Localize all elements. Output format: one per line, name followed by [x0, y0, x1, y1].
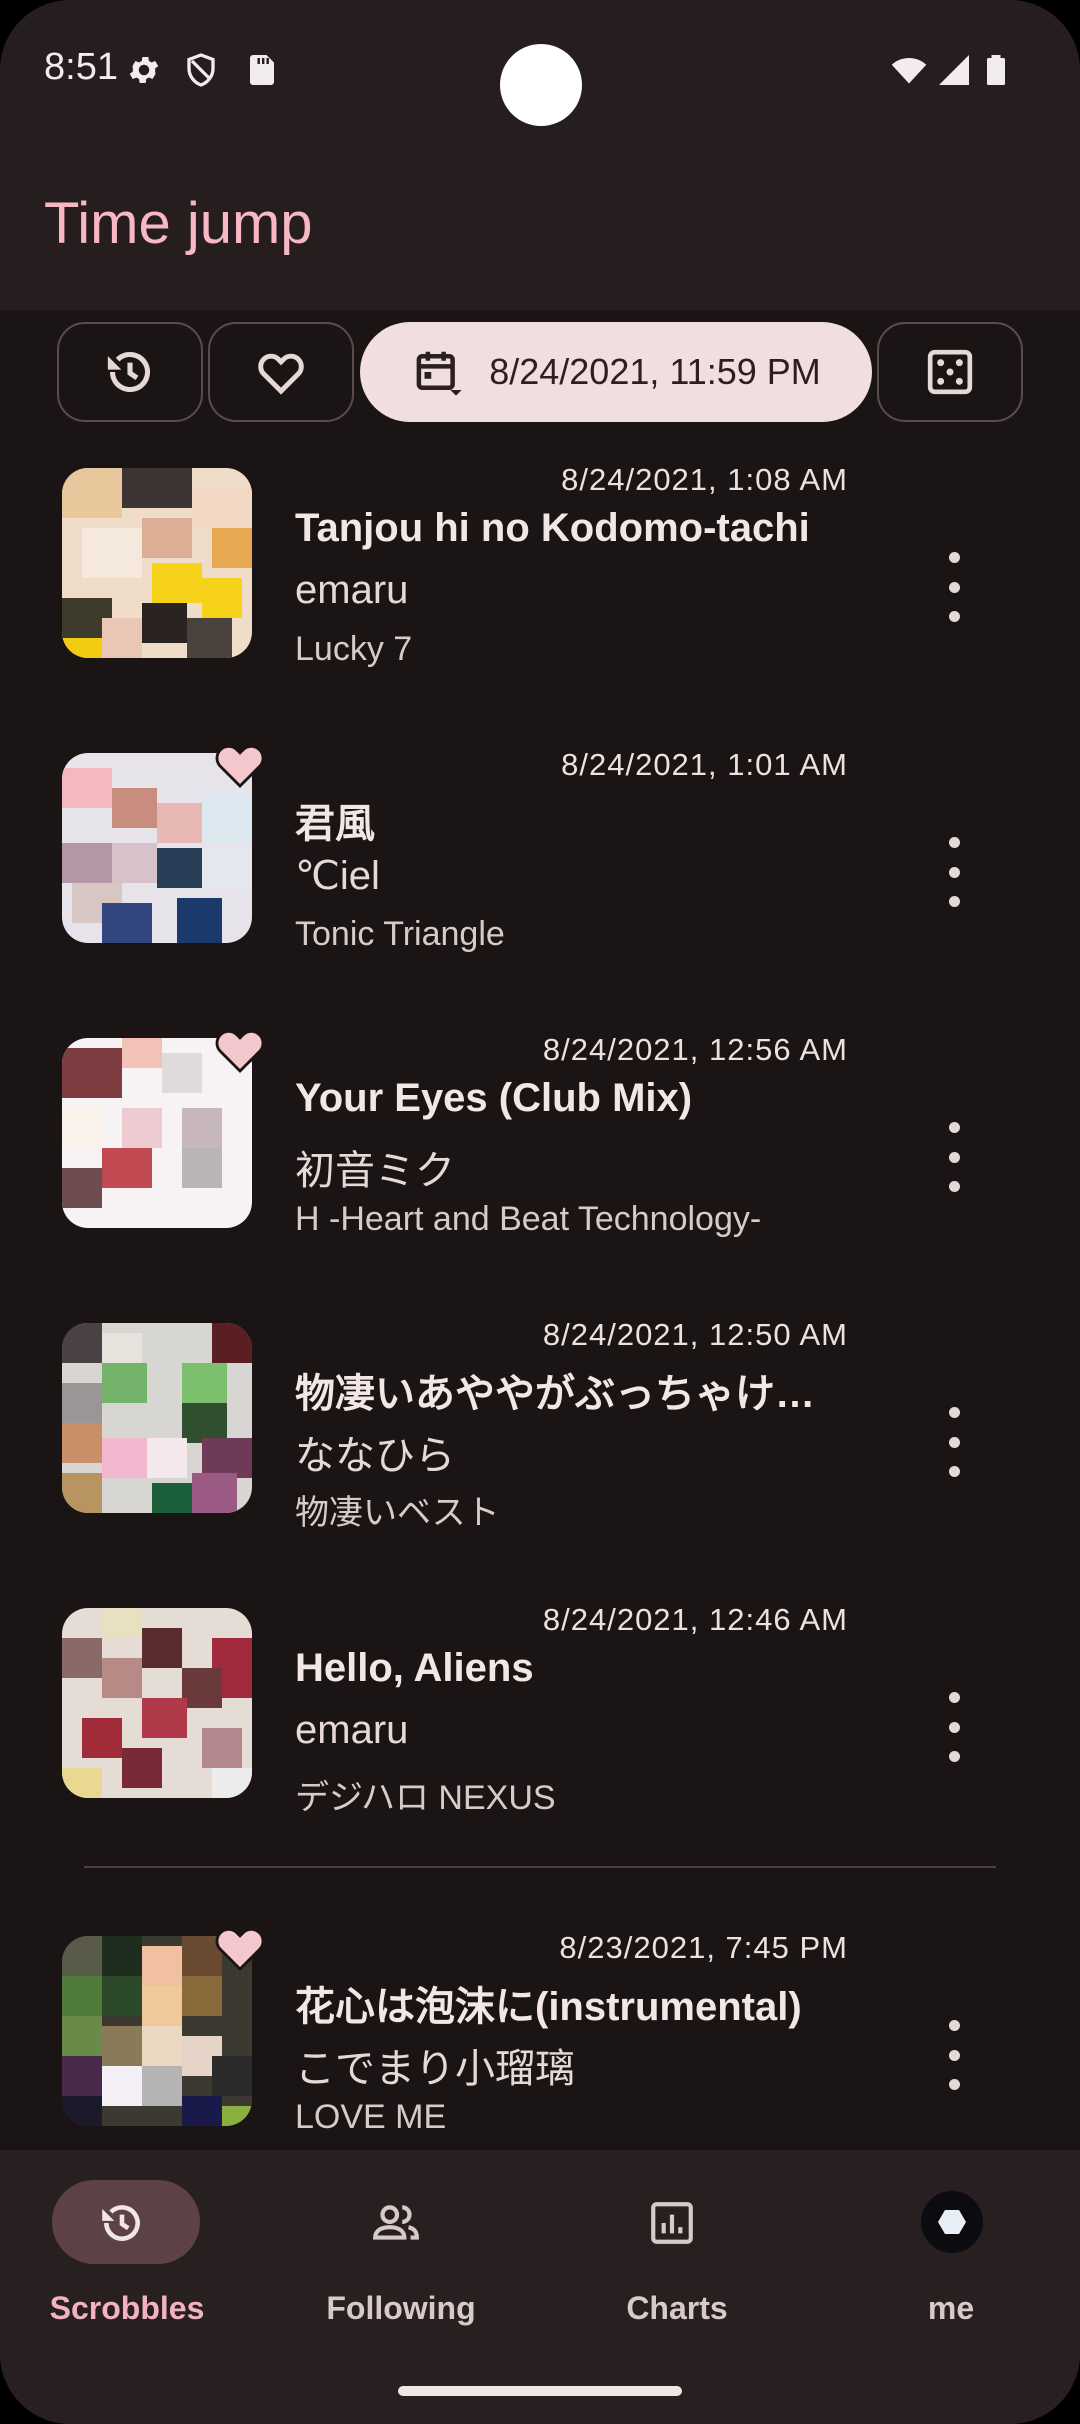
track-title: Hello, Aliens	[295, 1646, 534, 1690]
track-album: 物凄いベスト	[295, 1494, 500, 1532]
nav-label: Following	[326, 2290, 476, 2326]
track-artist: ななひら	[295, 1434, 455, 1478]
history-icon	[107, 351, 151, 393]
top-app-bar: 8:51 Time jump	[0, 0, 1080, 310]
scrobble-row[interactable]: 8/23/2021, 7:45 PM 花心は泡沫に(instrumental) …	[0, 1914, 1080, 2150]
loved-heart-icon	[215, 1030, 265, 1073]
track-artist: emaru	[295, 568, 409, 612]
sd-card-icon	[250, 55, 274, 85]
track-artist: こでまり小瑠璃	[295, 2047, 575, 2091]
history-chip[interactable]	[57, 322, 203, 422]
track-artist: ℃iel	[295, 854, 380, 898]
shield-icon	[187, 53, 215, 87]
more-options-icon[interactable]	[940, 1407, 968, 1477]
track-artist: emaru	[295, 1708, 409, 1752]
loved-filter-chip[interactable]	[208, 322, 354, 422]
track-title: 物凄いあややがぶっちゃけ…	[295, 1372, 815, 1416]
scrobble-time: 8/24/2021, 12:50 AM	[542, 1317, 848, 1352]
more-options-icon[interactable]	[940, 837, 968, 907]
nav-following[interactable]: Following	[308, 2180, 528, 2350]
avatar	[921, 2191, 983, 2253]
track-title: Your Eyes (Club Mix)	[295, 1076, 693, 1120]
nav-label: Charts	[626, 2290, 728, 2326]
page-title: Time jump	[44, 191, 313, 256]
track-album: H -Heart and Beat Technology-	[295, 1200, 762, 1238]
dice-icon	[927, 349, 973, 395]
cell-signal-icon	[939, 55, 969, 85]
track-title: Tanjou hi no Kodomo-tachi	[295, 506, 810, 550]
app-screen: 8:51 Time jump 8/24/2021, 11:59 PM 8/24/…	[0, 0, 1080, 2424]
filter-chips: 8/24/2021, 11:59 PM	[0, 310, 1080, 436]
more-options-icon[interactable]	[940, 1122, 968, 1192]
scrobble-time: 8/24/2021, 1:08 AM	[561, 462, 848, 497]
scrobble-row[interactable]: 8/24/2021, 1:01 AM 君風 ℃iel Tonic Triangl…	[0, 731, 1080, 1016]
scrobble-row[interactable]: 8/24/2021, 1:08 AM Tanjou hi no Kodomo-t…	[0, 446, 1080, 731]
camera-cutout	[500, 44, 582, 126]
nav-label: Scrobbles	[49, 2290, 205, 2326]
more-options-icon[interactable]	[940, 552, 968, 622]
random-chip[interactable]	[877, 322, 1023, 422]
nav-charts[interactable]: Charts	[584, 2180, 804, 2350]
home-indicator	[398, 2386, 682, 2396]
nav-me[interactable]: me	[858, 2180, 1078, 2350]
chart-icon	[651, 2202, 693, 2244]
nav-scrobbles[interactable]: Scrobbles	[34, 2180, 254, 2350]
track-title: 花心は泡沫に(instrumental)	[295, 1985, 802, 2029]
bottom-navigation: Scrobbles Following Charts me	[0, 2150, 1080, 2424]
scrobble-row[interactable]: 8/24/2021, 12:56 AM Your Eyes (Club Mix)…	[0, 1016, 1080, 1301]
loved-heart-icon	[215, 745, 265, 788]
date-picker-chip[interactable]: 8/24/2021, 11:59 PM	[360, 322, 872, 422]
track-album: Lucky 7	[295, 630, 413, 668]
loved-heart-icon	[215, 1928, 265, 1971]
people-icon	[373, 2205, 419, 2240]
status-bar: 8:51	[0, 0, 1080, 140]
scrobble-row[interactable]: 8/24/2021, 12:50 AM 物凄いあややがぶっちゃけ… ななひら 物…	[0, 1301, 1080, 1586]
calendar-icon	[416, 351, 462, 396]
track-album: デジハロ NEXUS	[295, 1779, 556, 1817]
album-art	[62, 1608, 252, 1798]
day-divider	[84, 1866, 996, 1868]
wifi-icon	[891, 58, 927, 84]
album-art	[62, 468, 252, 658]
track-title: 君風	[295, 802, 375, 846]
track-album: Tonic Triangle	[295, 915, 505, 953]
status-time: 8:51	[44, 46, 118, 88]
album-art	[62, 1323, 252, 1513]
scrobble-time: 8/24/2021, 12:46 AM	[542, 1602, 848, 1637]
scrobble-row[interactable]: 8/24/2021, 12:46 AM Hello, Aliens emaru …	[0, 1586, 1080, 1871]
scrobble-time: 8/23/2021, 7:45 PM	[559, 1930, 848, 1965]
scrobble-time: 8/24/2021, 1:01 AM	[561, 747, 848, 782]
scrobble-list: 8/24/2021, 1:08 AM Tanjou hi no Kodomo-t…	[0, 436, 1080, 2150]
date-label: 8/24/2021, 11:59 PM	[489, 351, 821, 392]
nav-label: me	[927, 2290, 975, 2326]
track-artist: 初音ミク	[295, 1149, 455, 1193]
scrobble-time: 8/24/2021, 12:56 AM	[542, 1032, 848, 1067]
more-options-icon[interactable]	[940, 2020, 968, 2090]
battery-icon	[987, 55, 1005, 85]
track-album: LOVE ME	[295, 2098, 447, 2136]
history-icon	[102, 2205, 140, 2241]
more-options-icon[interactable]	[940, 1692, 968, 1762]
settings-icon	[129, 56, 159, 84]
heart-outline-icon	[258, 353, 304, 395]
